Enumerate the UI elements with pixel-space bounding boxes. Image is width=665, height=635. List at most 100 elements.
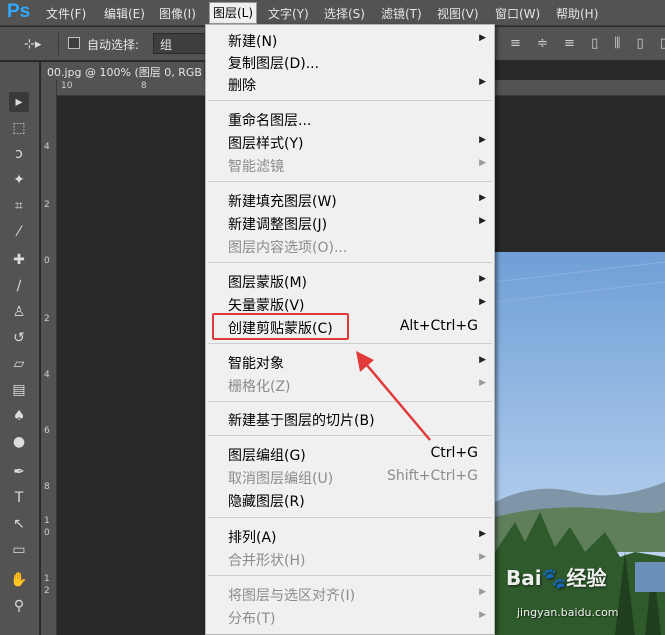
submenu-arrow-icon: ▶ — [479, 274, 486, 284]
menu-filter[interactable]: 滤镜(T) — [381, 5, 422, 22]
lasso-tool-icon[interactable]: ↄ — [9, 144, 29, 164]
ruler-tick: 2 — [44, 586, 50, 596]
document-tab[interactable]: 00.jpg @ 100% (图层 0, RGB — [41, 62, 205, 80]
menu-item-label: 重命名图层... — [228, 113, 312, 129]
menu-item-arrange[interactable]: 排列(A) ▶ — [206, 525, 494, 547]
menu-type[interactable]: 文字(Y) — [268, 5, 309, 22]
menu-item-label: 新建(N) — [228, 34, 278, 50]
move-tool-icon[interactable]: ⊹▸ — [24, 37, 41, 52]
stamp-tool-icon[interactable]: ♙ — [9, 302, 29, 322]
submenu-arrow-icon: ▶ — [479, 193, 486, 203]
menu-window[interactable]: 窗口(W) — [495, 5, 540, 22]
submenu-arrow-icon: ▶ — [479, 378, 486, 388]
pen-tool-icon[interactable]: ✒ — [9, 462, 29, 482]
ruler-tick: 6 — [44, 426, 50, 436]
ruler-tick: 8 — [44, 482, 50, 492]
menu-item-label: 删除 — [228, 78, 256, 94]
submenu-arrow-icon: ▶ — [479, 552, 486, 562]
auto-select-dropdown[interactable]: 组 — [153, 33, 209, 54]
submenu-arrow-icon: ▶ — [479, 33, 486, 43]
submenu-arrow-icon: ▶ — [479, 529, 486, 539]
ruler-tick: 1 — [44, 574, 50, 584]
shape-tool-icon[interactable]: ▭ — [9, 540, 29, 560]
ruler-tick: 10 — [61, 81, 73, 91]
submenu-arrow-icon: ▶ — [479, 610, 486, 620]
menu-item-label: 图层蒙版(M) — [228, 275, 308, 291]
menu-separator — [208, 100, 492, 101]
menu-item-layer-mask[interactable]: 图层蒙版(M) ▶ — [206, 270, 494, 292]
menu-item-group-layers[interactable]: 图层编组(G) Ctrl+G — [206, 443, 494, 465]
submenu-arrow-icon: ▶ — [479, 216, 486, 226]
menu-item-label: 合并形状(H) — [228, 553, 306, 569]
submenu-arrow-icon: ▶ — [479, 355, 486, 365]
menu-item-hide-layers[interactable]: 隐藏图层(R) — [206, 489, 494, 511]
ruler-tick: 2 — [44, 200, 50, 210]
menu-item-label: 新建填充图层(W) — [228, 194, 337, 210]
menu-view[interactable]: 视图(V) — [437, 5, 479, 22]
annotation-highlight-box — [212, 313, 349, 340]
options-divider — [58, 33, 59, 55]
menu-item-delete[interactable]: 删除 ▶ — [206, 73, 494, 95]
baidu-watermark: Bai🐾经验 — [506, 566, 607, 590]
zoom-tool-icon[interactable]: ⚲ — [9, 596, 29, 616]
menu-separator — [208, 343, 492, 344]
align-icons[interactable]: ≡ ≑ ≡ ▯ ⫼ ▯ ▯ — [510, 36, 665, 51]
menu-image[interactable]: 图像(I) — [159, 5, 196, 22]
menu-item-duplicate-layer[interactable]: 复制图层(D)... — [206, 51, 494, 73]
marquee-tool-icon[interactable]: ⬚ — [9, 118, 29, 138]
hand-tool-icon[interactable]: ✋ — [9, 570, 29, 590]
menu-item-layer-style[interactable]: 图层样式(Y) ▶ — [206, 131, 494, 153]
menu-item-label: 分布(T) — [228, 611, 276, 627]
crop-tool-icon[interactable]: ⌗ — [9, 196, 29, 216]
menu-item-align-to-selection: 将图层与选区对齐(I) ▶ — [206, 583, 494, 605]
dodge-tool-icon[interactable]: ● — [9, 432, 29, 452]
ruler-tick: 1 — [44, 516, 50, 526]
menu-item-label: 排列(A) — [228, 530, 277, 546]
auto-select-label: 自动选择: — [87, 38, 140, 52]
blur-tool-icon[interactable]: ♠ — [9, 406, 29, 426]
brush-tool-icon[interactable]: ∕ — [9, 276, 29, 296]
menu-separator — [208, 262, 492, 263]
menu-item-label: 图层样式(Y) — [228, 136, 304, 152]
auto-select-checkbox[interactable] — [68, 37, 80, 49]
path-select-icon[interactable]: ↖ — [9, 514, 29, 534]
menu-item-ungroup-layers: 取消图层编组(U) Shift+Ctrl+G — [206, 466, 494, 488]
menu-file[interactable]: 文件(F) — [46, 5, 86, 22]
submenu-arrow-icon: ▶ — [479, 297, 486, 307]
menu-item-smart-filter: 智能滤镜 ▶ — [206, 154, 494, 176]
menu-item-label: 取消图层编组(U) — [228, 471, 334, 487]
history-brush-icon[interactable]: ↺ — [9, 328, 29, 348]
menu-item-new-layer-based-slice[interactable]: 新建基于图层的切片(B) — [206, 408, 494, 430]
menu-item-label: 图层编组(G) — [228, 448, 306, 464]
move-tool-icon[interactable]: ▸ — [9, 92, 29, 112]
menu-item-vector-mask[interactable]: 矢量蒙版(V) ▶ — [206, 293, 494, 315]
menu-item-label: 新建调整图层(J) — [228, 217, 328, 233]
menu-item-new[interactable]: 新建(N) ▶ — [206, 29, 494, 51]
menu-item-rename-layer[interactable]: 重命名图层... — [206, 108, 494, 130]
menu-separator — [208, 435, 492, 436]
menu-separator — [208, 401, 492, 402]
submenu-arrow-icon: ▶ — [479, 135, 486, 145]
eraser-tool-icon[interactable]: ▱ — [9, 354, 29, 374]
type-tool-icon[interactable]: T — [9, 488, 29, 508]
ruler-tick: 4 — [44, 142, 50, 152]
menu-item-layer-content-options: 图层内容选项(O)... — [206, 235, 494, 257]
eyedropper-icon[interactable]: ⁄ — [9, 222, 29, 242]
menu-separator — [208, 575, 492, 576]
menu-edit[interactable]: 编辑(E) — [104, 5, 145, 22]
menu-select[interactable]: 选择(S) — [324, 5, 365, 22]
magic-wand-icon[interactable]: ✦ — [9, 170, 29, 190]
submenu-arrow-icon: ▶ — [479, 587, 486, 597]
menu-item-label: 复制图层(D)... — [228, 56, 320, 72]
menu-bar: Ps 文件(F) 编辑(E) 图像(I) 图层(L) 文字(Y) 选择(S) 滤… — [0, 0, 665, 26]
menu-layer[interactable]: 图层(L) — [209, 2, 258, 24]
watermark-url: jingyan.baidu.com — [517, 606, 619, 619]
submenu-arrow-icon: ▶ — [479, 158, 486, 168]
menu-item-new-adjustment-layer[interactable]: 新建调整图层(J) ▶ — [206, 212, 494, 234]
healing-brush-icon[interactable]: ✚ — [9, 250, 29, 270]
menu-help[interactable]: 帮助(H) — [556, 5, 598, 22]
menu-item-smart-object[interactable]: 智能对象 ▶ — [206, 351, 494, 373]
menu-item-label: 矢量蒙版(V) — [228, 298, 305, 314]
gradient-tool-icon[interactable]: ▤ — [9, 380, 29, 400]
menu-item-new-fill-layer[interactable]: 新建填充图层(W) ▶ — [206, 189, 494, 211]
